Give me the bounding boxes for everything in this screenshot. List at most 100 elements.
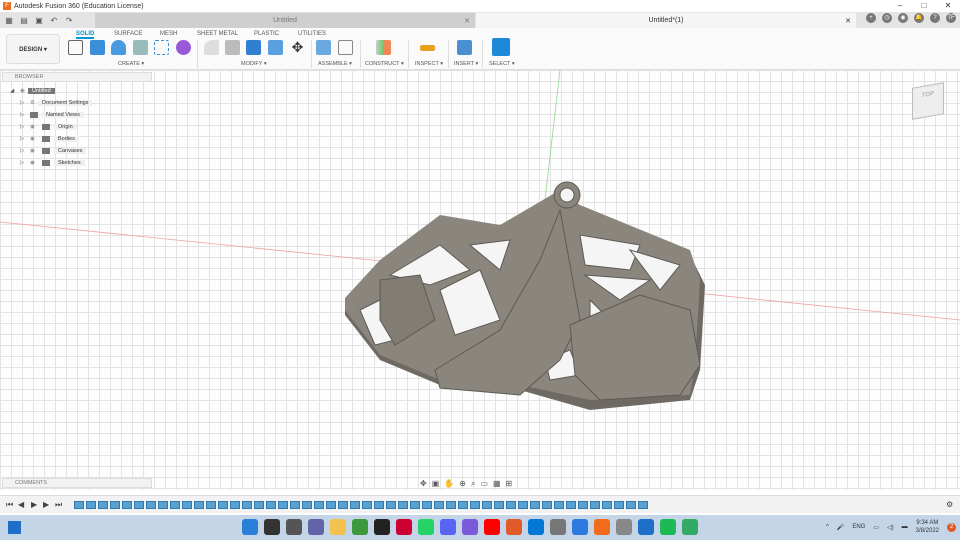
timeline-feature[interactable] [374, 501, 384, 509]
move-icon[interactable]: ✥ [290, 40, 305, 55]
fillet-icon[interactable] [204, 40, 219, 55]
select-menu[interactable]: SELECT ▾ [489, 61, 515, 67]
fit-icon[interactable]: ⌕ [471, 479, 475, 489]
display-settings-icon[interactable]: ▭ [480, 479, 488, 489]
widgets-icon[interactable] [8, 521, 21, 534]
timeline-feature[interactable] [494, 501, 504, 509]
chrome-icon[interactable] [352, 519, 368, 535]
timeline-feature[interactable] [314, 501, 324, 509]
new-component-icon[interactable] [316, 40, 331, 55]
whatsapp-icon[interactable] [418, 519, 434, 535]
tab-plastic[interactable]: PLASTIC [254, 31, 279, 37]
new-tab-icon[interactable]: + [866, 13, 876, 23]
pan-icon[interactable]: ✋ [444, 479, 454, 489]
timeline-feature[interactable] [254, 501, 264, 509]
comments-panel-header[interactable]: COMMENTS [2, 478, 152, 488]
pattern-icon[interactable] [154, 40, 169, 55]
settings-icon[interactable] [550, 519, 566, 535]
browser-item-named-views[interactable]: ▷ Named Views [0, 110, 84, 120]
maximize-button[interactable]: □ [912, 0, 936, 12]
inspect-menu[interactable]: INSPECT ▾ [415, 61, 443, 67]
zoom-app-icon[interactable] [572, 519, 588, 535]
measure-icon[interactable] [420, 45, 435, 51]
revolve-icon[interactable] [111, 40, 126, 55]
teams-classic-icon[interactable] [462, 519, 478, 535]
tab-solid[interactable]: SOLID [76, 31, 95, 39]
start-icon[interactable] [242, 519, 258, 535]
shell-icon[interactable] [225, 40, 240, 55]
timeline-feature[interactable] [446, 501, 456, 509]
timeline-feature[interactable] [542, 501, 552, 509]
timeline-feature[interactable] [98, 501, 108, 509]
job-status-icon[interactable]: ◉ [898, 13, 908, 23]
timeline-feature[interactable] [638, 501, 648, 509]
network-icon[interactable]: ▭ [873, 524, 879, 531]
workspace-switcher[interactable]: DESIGN ▾ [6, 34, 60, 64]
file-explorer-icon[interactable] [330, 519, 346, 535]
expand-icon[interactable]: ▷ [20, 148, 26, 154]
discord-icon[interactable] [440, 519, 456, 535]
look-at-icon[interactable]: ▣ [432, 479, 440, 489]
expand-icon[interactable]: ▷ [20, 100, 26, 106]
construct-menu[interactable]: CONSTRUCT ▾ [365, 61, 404, 67]
browser-item-origin[interactable]: ▷ ◉ Origin [0, 122, 77, 132]
modify-menu[interactable]: MODIFY ▾ [241, 61, 267, 67]
teams-icon[interactable] [308, 519, 324, 535]
viewports-icon[interactable]: ⊞ [506, 479, 513, 489]
eye-icon[interactable]: ◉ [30, 124, 38, 130]
timeline-feature[interactable] [410, 501, 420, 509]
timeline-feature[interactable] [386, 501, 396, 509]
minimize-button[interactable]: – [888, 0, 912, 12]
timeline-feature[interactable] [242, 501, 252, 509]
timeline-feature[interactable] [482, 501, 492, 509]
timeline-feature[interactable] [230, 501, 240, 509]
tab-surface[interactable]: SURFACE [114, 31, 142, 37]
save-icon[interactable]: ▣ [33, 16, 45, 25]
app-icon[interactable] [616, 519, 632, 535]
notifications-icon[interactable]: 🔔 [914, 13, 924, 23]
timeline-feature[interactable] [278, 501, 288, 509]
redo-icon[interactable]: ↷ [63, 16, 75, 25]
app-icon[interactable] [396, 519, 412, 535]
3d-viewport[interactable] [0, 70, 960, 490]
timeline-feature[interactable] [422, 501, 432, 509]
help-icon[interactable]: ? [930, 13, 940, 23]
youtube-icon[interactable] [484, 519, 500, 535]
avatar[interactable]: TF [946, 13, 956, 23]
edge-icon[interactable] [528, 519, 544, 535]
create-form-icon[interactable] [176, 40, 191, 55]
browser-item-bodies[interactable]: ▷ ◉ Bodies [0, 134, 79, 144]
timeline-feature[interactable] [158, 501, 168, 509]
create-menu[interactable]: CREATE ▾ [118, 61, 144, 67]
timeline-features[interactable] [74, 501, 648, 509]
language-indicator[interactable]: ENG [852, 524, 865, 530]
timeline-feature[interactable] [218, 501, 228, 509]
timeline-feature[interactable] [74, 501, 84, 509]
timeline-feature[interactable] [146, 501, 156, 509]
step-forward-icon[interactable]: ▶ [43, 500, 49, 509]
terminal-icon[interactable] [374, 519, 390, 535]
timeline-feature[interactable] [290, 501, 300, 509]
undo-icon[interactable]: ↶ [48, 16, 60, 25]
timeline-feature[interactable] [338, 501, 348, 509]
expand-icon[interactable]: ▷ [20, 124, 26, 130]
timeline-feature[interactable] [578, 501, 588, 509]
notification-badge[interactable]: 2 [947, 522, 956, 532]
tab-utilities[interactable]: UTILITIES [298, 31, 326, 37]
timeline-feature[interactable] [458, 501, 468, 509]
timeline-feature[interactable] [590, 501, 600, 509]
timeline-feature[interactable] [362, 501, 372, 509]
timeline-feature[interactable] [134, 501, 144, 509]
timeline-feature[interactable] [566, 501, 576, 509]
eye-icon[interactable]: ◉ [30, 136, 38, 142]
tab-untitled[interactable]: Untitled ✕ [95, 13, 475, 28]
assemble-menu[interactable]: ASSEMBLE ▾ [318, 61, 352, 67]
app-icon[interactable] [682, 519, 698, 535]
play-icon[interactable]: ▶ [31, 500, 37, 509]
timeline-feature[interactable] [182, 501, 192, 509]
create-sketch-icon[interactable] [68, 40, 83, 55]
eye-icon[interactable]: ◉ [20, 88, 28, 94]
fusion-360-icon[interactable] [594, 519, 610, 535]
browser-item-document-settings[interactable]: ▷ ⚙ Document Settings [0, 98, 93, 108]
clock[interactable]: 9:34 AM 3/8/2022 [916, 519, 939, 535]
